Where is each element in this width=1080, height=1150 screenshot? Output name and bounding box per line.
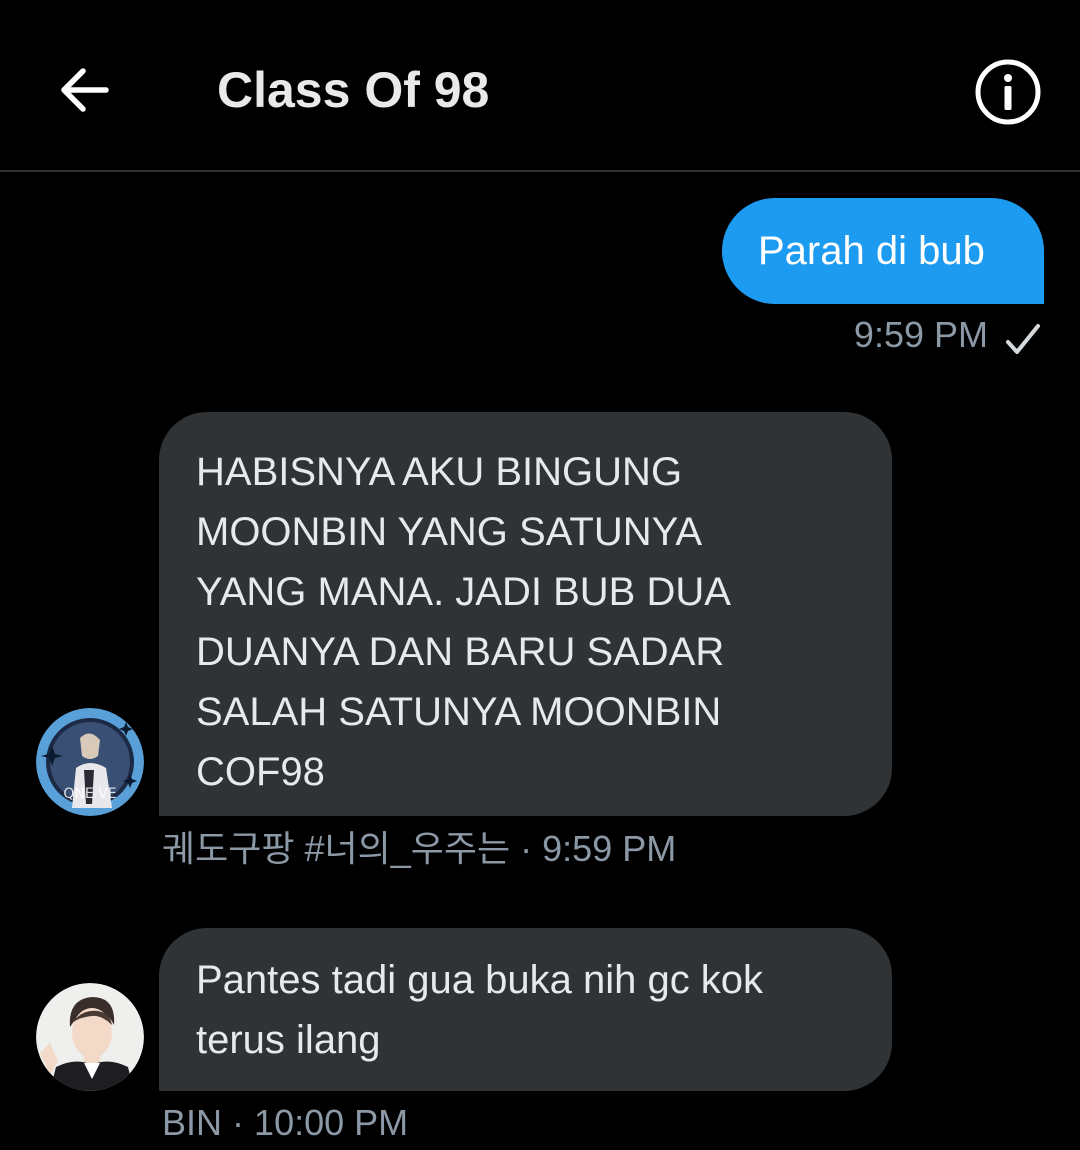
message-timestamp: 10:00 PM <box>254 1102 409 1143</box>
message-text: Pantes tadi gua buka nih gc kok terus il… <box>196 958 764 1062</box>
arrow-left-icon <box>61 68 109 112</box>
sender-name[interactable]: 궤도구팡 #너의_우주는 <box>162 828 510 869</box>
meta-separator: · <box>232 1102 245 1143</box>
incoming-message-bubble[interactable]: HABISNYA AKU BINGUNG MOONBIN YANG SATUNY… <box>159 412 892 816</box>
message-meta: BIN · 10:00 PM <box>162 1101 408 1145</box>
info-button[interactable] <box>972 56 1044 128</box>
avatar-image <box>36 983 144 1091</box>
incoming-message-bubble[interactable]: Pantes tadi gua buka nih gc kok terus il… <box>159 928 892 1091</box>
sender-name[interactable]: BIN <box>162 1102 222 1143</box>
check-icon <box>1006 324 1040 354</box>
meta-separator: · <box>520 828 533 869</box>
message-text: Parah di bub <box>758 228 985 273</box>
avatar-image: QNE VE <box>36 708 144 816</box>
conversation-title[interactable]: Class Of 98 <box>217 58 489 122</box>
message-timestamp: 9:59 PM <box>853 314 988 355</box>
message-text: HABISNYA AKU BINGUNG MOONBIN YANG SATUNY… <box>196 450 731 794</box>
info-circle-icon <box>975 59 1041 125</box>
back-button[interactable] <box>48 58 120 122</box>
message-meta: 궤도구팡 #너의_우주는 · 9:59 PM <box>162 827 676 871</box>
sender-avatar[interactable]: QNE VE <box>36 708 144 816</box>
svg-text:QNE VE: QNE VE <box>63 786 116 802</box>
outgoing-message-bubble[interactable]: Parah di bub <box>722 198 1044 304</box>
sender-avatar[interactable] <box>36 983 144 1091</box>
conversation-header: Class Of 98 <box>0 0 1080 172</box>
message-timestamp: 9:59 PM <box>542 828 677 869</box>
